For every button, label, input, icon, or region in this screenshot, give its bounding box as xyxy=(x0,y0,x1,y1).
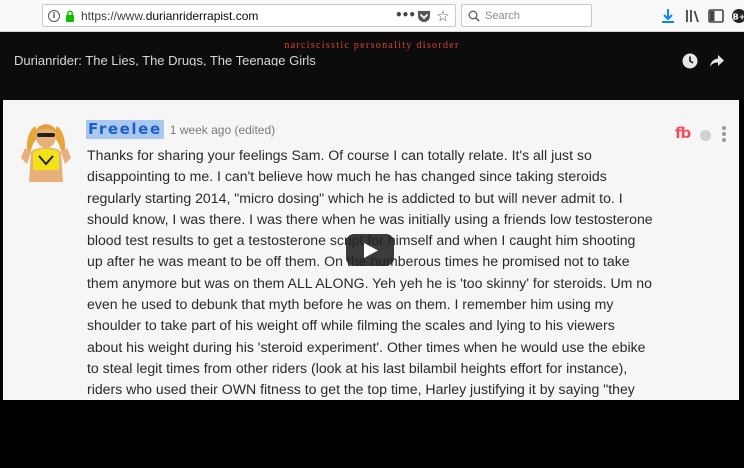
share-icon[interactable] xyxy=(708,52,726,70)
overlay-title: narciscisstic personality disorder xyxy=(284,40,460,51)
page-actions-menu-icon[interactable]: ••• xyxy=(395,8,416,24)
url-host: durianriderrapist.com xyxy=(145,9,259,23)
play-icon xyxy=(364,243,378,258)
comment-line: about his weight during his 'steroid exp… xyxy=(87,338,646,355)
sidebar-icon[interactable] xyxy=(707,7,725,25)
comment-line: to steal legit times from other riders (… xyxy=(87,359,628,376)
comment-header: Freelee 1 week ago (edited) xyxy=(86,120,275,140)
svg-text:B+: B+ xyxy=(733,13,744,22)
status-dot xyxy=(700,130,711,141)
comment-line: riders who used their OWN fitness to get… xyxy=(87,381,635,398)
comment-timestamp[interactable]: 1 week ago (edited) xyxy=(170,121,275,140)
play-button[interactable] xyxy=(346,234,394,266)
pocket-icon[interactable] xyxy=(416,8,432,24)
comment-line: shoulder to take part of his weight off … xyxy=(87,317,615,334)
comment-line: them anymore but was on them ALL ALONG. … xyxy=(87,274,652,291)
search-icon xyxy=(468,10,480,22)
comment-line: should know, I was there. I was there wh… xyxy=(87,210,653,227)
comment-line: regularly starting 2014, "micro dosing" … xyxy=(87,189,623,206)
library-icon[interactable] xyxy=(684,7,702,25)
username-link[interactable]: Freelee xyxy=(86,120,164,139)
video-title[interactable]: Durianrider: The Lies, The Drugs, The Te… xyxy=(14,52,654,66)
bookmark-star-icon[interactable]: ☆ xyxy=(435,8,451,24)
info-icon[interactable]: i xyxy=(48,10,60,22)
comment-line: blood test results to get a testosterone… xyxy=(87,232,636,249)
comment-line: Thanks for sharing your feelings Sam. Of… xyxy=(87,147,592,163)
lock-icon[interactable] xyxy=(65,10,75,22)
url-text[interactable]: https://www.durianriderrapist.com xyxy=(81,9,258,23)
more-options-icon[interactable] xyxy=(722,126,728,144)
download-icon[interactable] xyxy=(659,7,677,25)
search-bar[interactable]: Search xyxy=(461,4,592,27)
comment-line: up after he was meant to be off them. On… xyxy=(87,253,630,270)
video-bottom-bar xyxy=(0,400,744,468)
comment-body: Thanks for sharing your feelings Sam. Of… xyxy=(87,145,727,422)
search-input[interactable]: Search xyxy=(485,10,520,23)
extension-icon[interactable]: B+ xyxy=(730,7,744,25)
browser-toolbar: i https://www.durianriderrapist.com ••• … xyxy=(0,0,744,32)
comment-line: disappointing to me. I can't believe how… xyxy=(87,168,607,185)
watch-later-icon[interactable] xyxy=(681,52,699,70)
avatar[interactable] xyxy=(17,118,75,182)
url-bar[interactable]: i https://www.durianriderrapist.com ••• … xyxy=(42,4,456,27)
comment-line: even he used to debunk that myth before … xyxy=(87,296,614,313)
avatar-image xyxy=(21,124,71,182)
url-prefix: https://www. xyxy=(81,9,146,23)
extension-badge-icon[interactable]: fb xyxy=(675,125,691,142)
